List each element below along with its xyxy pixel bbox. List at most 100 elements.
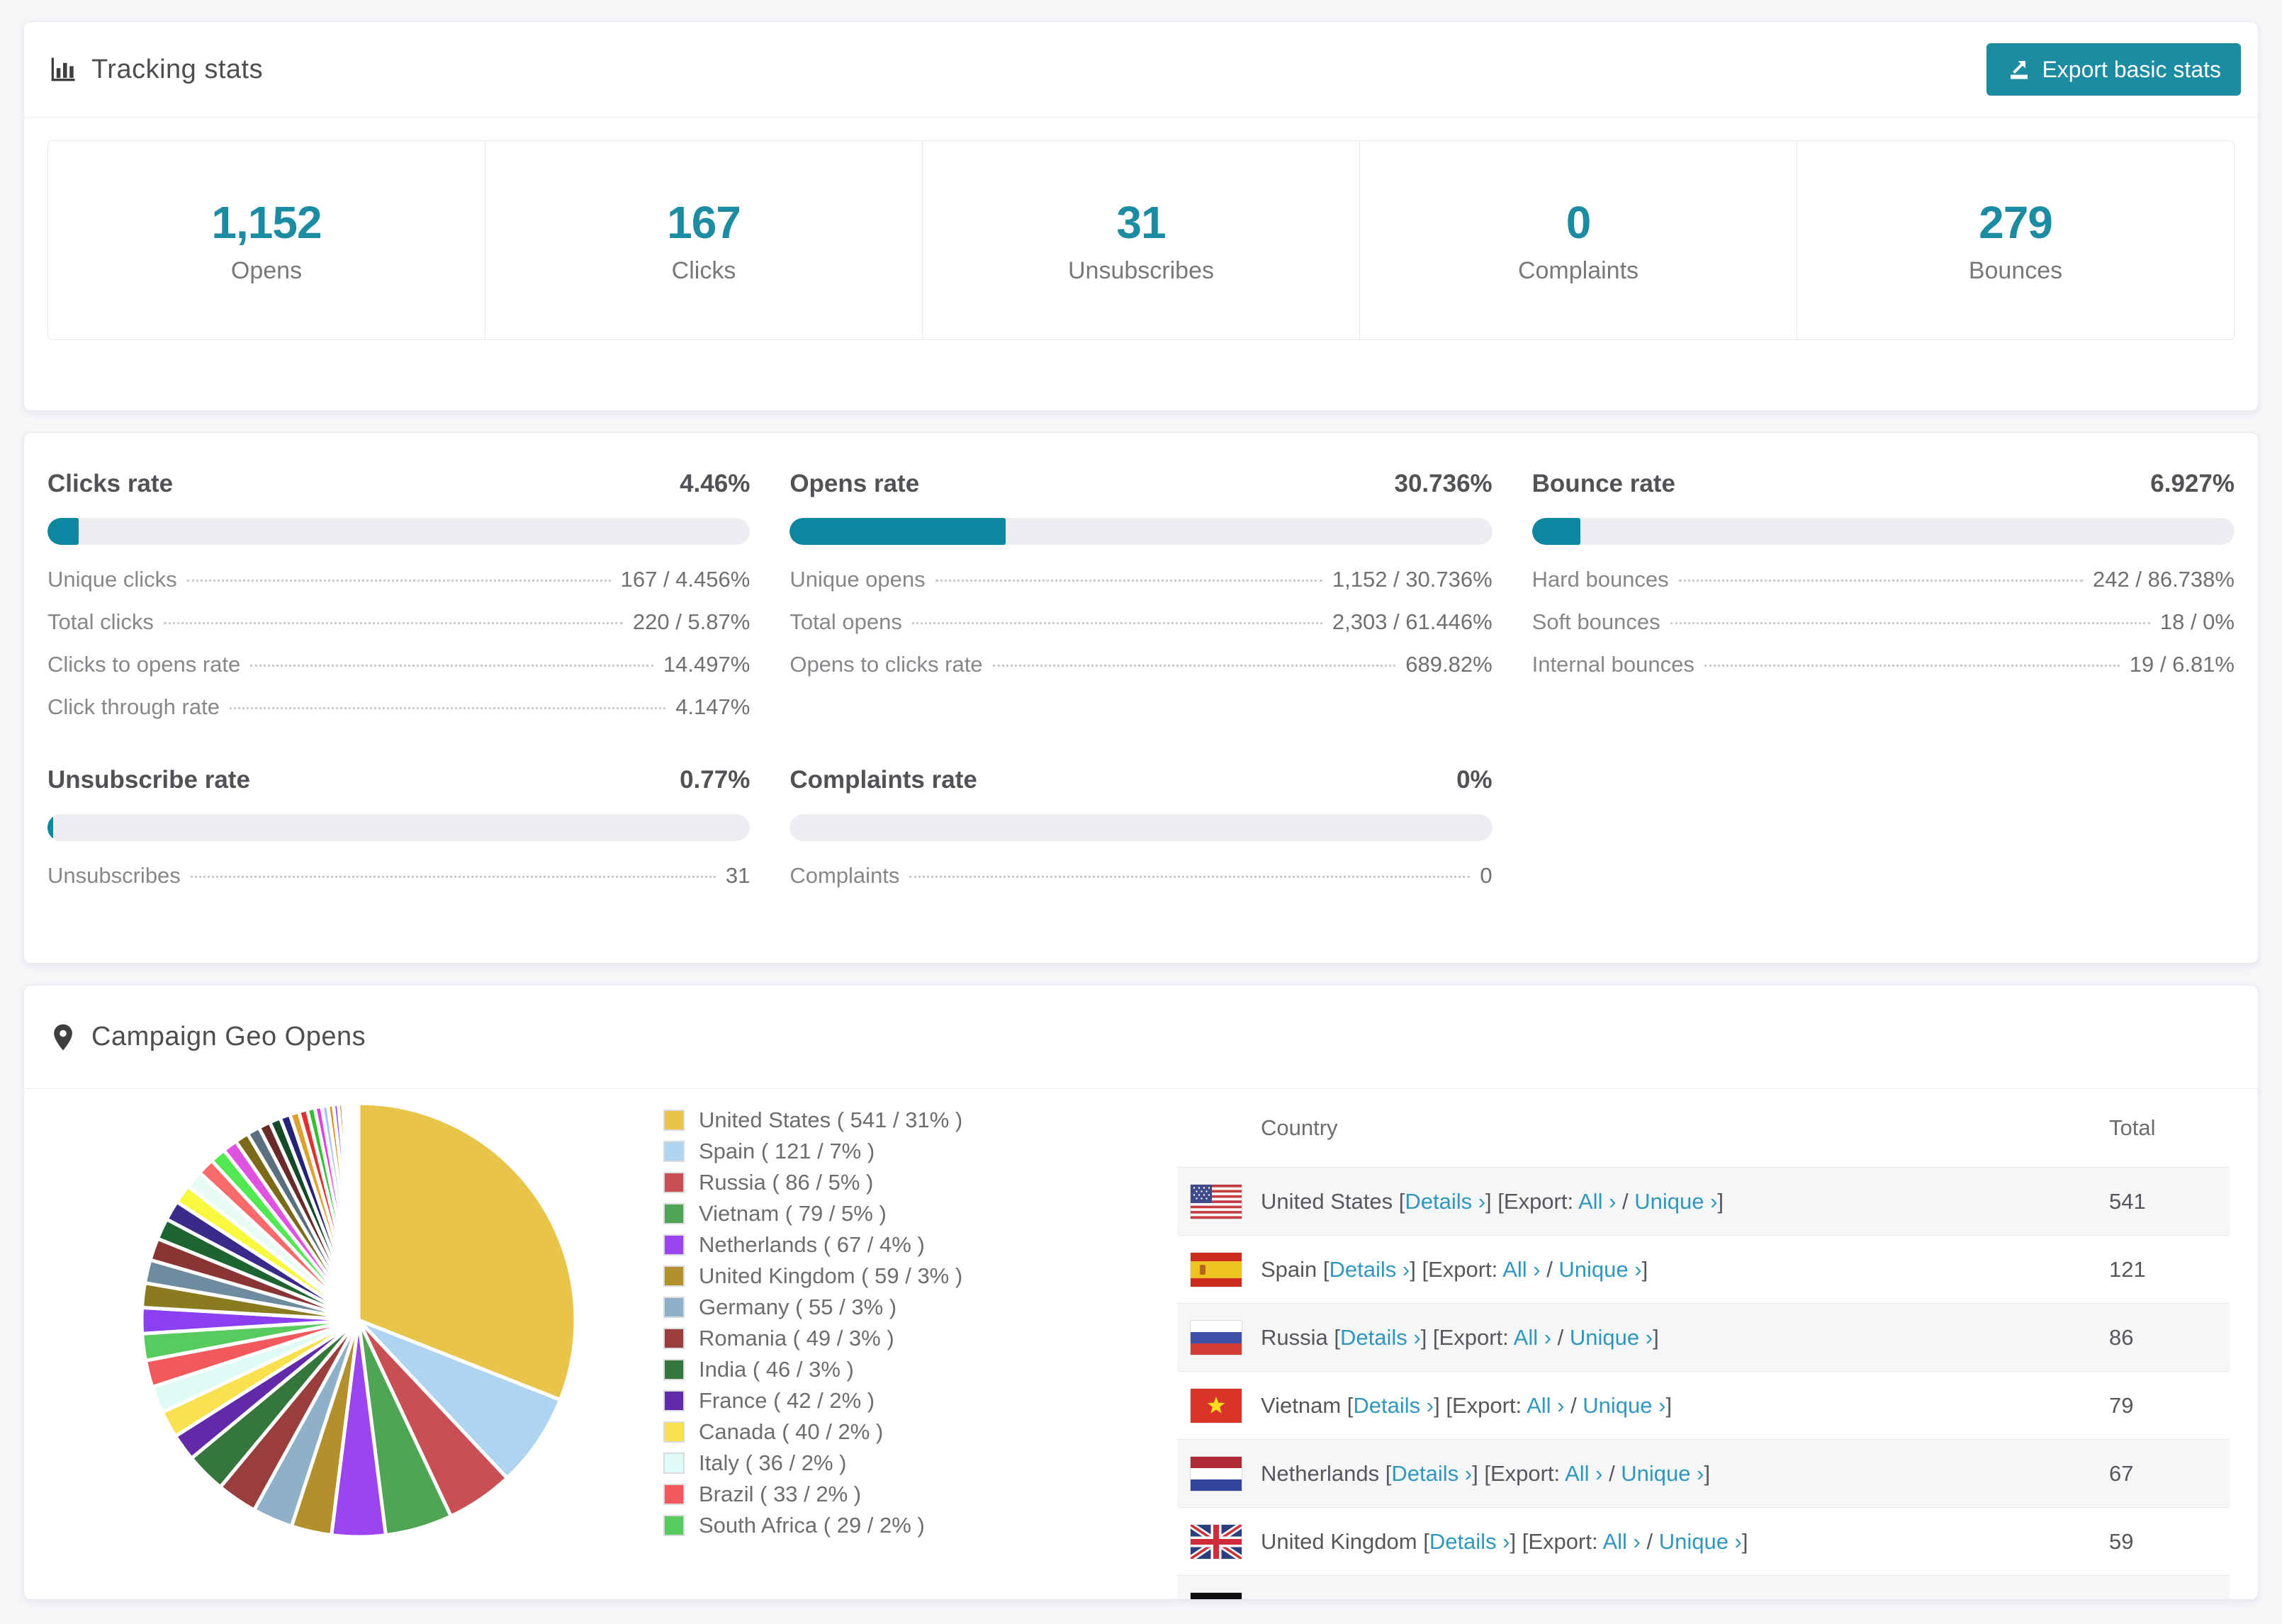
export-prefix: Export: — [1528, 1528, 1603, 1554]
dotted-leader — [190, 876, 716, 878]
rates-grid: Clicks rate 4.46% Unique clicks 167 / 4.456… — [24, 433, 2258, 889]
rate-progress-bar — [1531, 518, 2235, 545]
export-prefix: Export: — [1490, 1460, 1566, 1486]
details-link[interactable]: Details › — [1364, 1597, 1444, 1600]
export-unique-link[interactable]: Unique › — [1634, 1189, 1717, 1214]
country-cell: United States [Details ›] [Export: All ›… — [1261, 1189, 2109, 1214]
export-unique-link[interactable]: Unique › — [1570, 1325, 1653, 1350]
export-unique-link[interactable]: Unique › — [1593, 1597, 1676, 1600]
rate-progress-bar — [47, 518, 751, 545]
rate-row-value: 2,303 / 61.446% — [1332, 609, 1493, 634]
details-link[interactable]: Details › — [1391, 1461, 1472, 1486]
bracket: [ — [1357, 1597, 1364, 1600]
bracket: ] — [1717, 1188, 1724, 1214]
rate-row: Unique opens 1,152 / 30.736% — [789, 566, 1492, 593]
slash: / — [1602, 1460, 1621, 1486]
rate-row-label: Soft bounces — [1531, 609, 1660, 634]
rate-row-value: 19 / 6.81% — [2129, 652, 2235, 677]
rate-row-value: 242 / 86.738% — [2093, 567, 2235, 592]
stat-label: Clicks — [671, 256, 736, 284]
total-cell: 79 — [2109, 1392, 2134, 1418]
rate-row-value: 1,152 / 30.736% — [1332, 567, 1493, 592]
bracket: ] — [1641, 1256, 1648, 1282]
rate-block: Opens rate 30.736% Unique opens 1,152 / 30.… — [789, 470, 1493, 721]
export-prefix: Export: — [1503, 1188, 1578, 1214]
export-all-link[interactable]: All › — [1502, 1257, 1540, 1282]
rate-row-value: 31 — [725, 863, 751, 888]
bracket: ] — [1665, 1392, 1673, 1418]
rate-title: Complaints rate — [789, 766, 977, 794]
legend-swatch — [663, 1484, 685, 1505]
country-name: United States — [1261, 1188, 1399, 1214]
rate-row-label: Total clicks — [47, 609, 154, 634]
details-link[interactable]: Details › — [1330, 1257, 1410, 1282]
rate-progress-fill — [1531, 518, 1581, 545]
export-prefix: Export: — [1451, 1392, 1527, 1418]
export-prefix: Export: — [1462, 1597, 1536, 1600]
rate-row-value: 14.497% — [663, 652, 751, 677]
export-unique-link[interactable]: Unique › — [1583, 1393, 1665, 1418]
export-all-link[interactable]: All › — [1578, 1189, 1616, 1214]
export-all-link[interactable]: All › — [1565, 1461, 1602, 1486]
rate-title: Opens rate — [789, 470, 920, 497]
stat-label: Bounces — [1968, 256, 2063, 284]
stat-card: 167 Clicks — [485, 141, 923, 339]
rate-row: Internal bounces 19 / 6.81% — [1532, 651, 2235, 678]
details-link[interactable]: Details › — [1405, 1189, 1485, 1214]
rate-row: Total opens 2,303 / 61.446% — [789, 609, 1492, 636]
export-all-link[interactable]: All › — [1602, 1529, 1640, 1554]
details-link[interactable]: Details › — [1353, 1393, 1434, 1418]
rate-rows: Complaints 0 — [789, 862, 1492, 889]
rate-row: Unique clicks 167 / 4.456% — [47, 566, 750, 593]
legend-item: Spain ( 121 / 7% ) — [663, 1136, 962, 1167]
stat-value: 0 — [1566, 196, 1592, 248]
legend-swatch — [663, 1421, 685, 1443]
export-unique-link[interactable]: Unique › — [1621, 1461, 1704, 1486]
bracket: [ — [1423, 1528, 1429, 1554]
rate-row-label: Complaints — [789, 863, 900, 888]
rate-row-value: 167 / 4.456% — [620, 567, 751, 592]
slash: / — [1551, 1324, 1570, 1350]
country-name: Vietnam — [1261, 1392, 1347, 1418]
country-cell: Spain [Details ›] [Export: All › / Uniqu… — [1261, 1257, 2109, 1282]
rate-row: Complaints 0 — [789, 862, 1492, 889]
campaign-geo-opens-card: Campaign Geo Opens United States ( 541 /… — [23, 985, 2259, 1600]
geo-opens-pie-chart[interactable] — [137, 1099, 580, 1541]
legend-item: Brazil ( 33 / 2% ) — [663, 1479, 962, 1510]
export-unique-link[interactable]: Unique › — [1558, 1257, 1641, 1282]
dotted-leader — [229, 707, 666, 709]
rate-title: Bounce rate — [1531, 470, 1675, 497]
bracket: ] [ — [1472, 1460, 1490, 1486]
export-all-link[interactable]: All › — [1536, 1597, 1574, 1600]
export-basic-stats-button[interactable]: Export basic stats — [1986, 43, 2241, 96]
total-cell: 67 — [2109, 1460, 2134, 1486]
dotted-leader — [1678, 580, 2084, 582]
dotted-leader — [909, 876, 1471, 878]
table-rows: United States [Details ›] [Export: All ›… — [1177, 1167, 2230, 1600]
export-all-link[interactable]: All › — [1514, 1325, 1551, 1350]
rate-row-value: 220 / 5.87% — [632, 609, 751, 634]
rate-value: 30.736% — [1394, 470, 1493, 497]
country-cell: Vietnam [Details ›] [Export: All › / Uni… — [1261, 1393, 2109, 1419]
bracket: [ — [1322, 1256, 1330, 1282]
bracket: ] [ — [1434, 1392, 1452, 1418]
details-link[interactable]: Details › — [1429, 1529, 1510, 1554]
rate-value: 0.77% — [680, 766, 751, 794]
country-name: United Kingdom — [1261, 1528, 1424, 1554]
rate-row-value: 18 / 0% — [2159, 609, 2235, 634]
tracking-stats-card: Tracking stats Export basic stats 1,152 O… — [23, 21, 2259, 411]
legend-swatch — [663, 1265, 685, 1287]
rate-row: Soft bounces 18 / 0% — [1532, 609, 2235, 636]
details-link[interactable]: Details › — [1340, 1325, 1421, 1350]
bracket: ] — [1676, 1597, 1682, 1600]
export-all-link[interactable]: All › — [1527, 1393, 1564, 1418]
rate-progress-fill — [47, 814, 53, 841]
export-unique-link[interactable]: Unique › — [1659, 1529, 1742, 1554]
dotted-leader — [992, 665, 1396, 667]
legend-label: United Kingdom ( 59 / 3% ) — [699, 1263, 963, 1288]
rate-value: 4.46% — [680, 470, 751, 497]
table-row: Vietnam [Details ›] [Export: All › / Uni… — [1177, 1371, 2230, 1439]
legend-swatch — [663, 1203, 685, 1224]
legend-label: Germany ( 55 / 3% ) — [699, 1295, 897, 1319]
dotted-leader — [250, 665, 653, 667]
